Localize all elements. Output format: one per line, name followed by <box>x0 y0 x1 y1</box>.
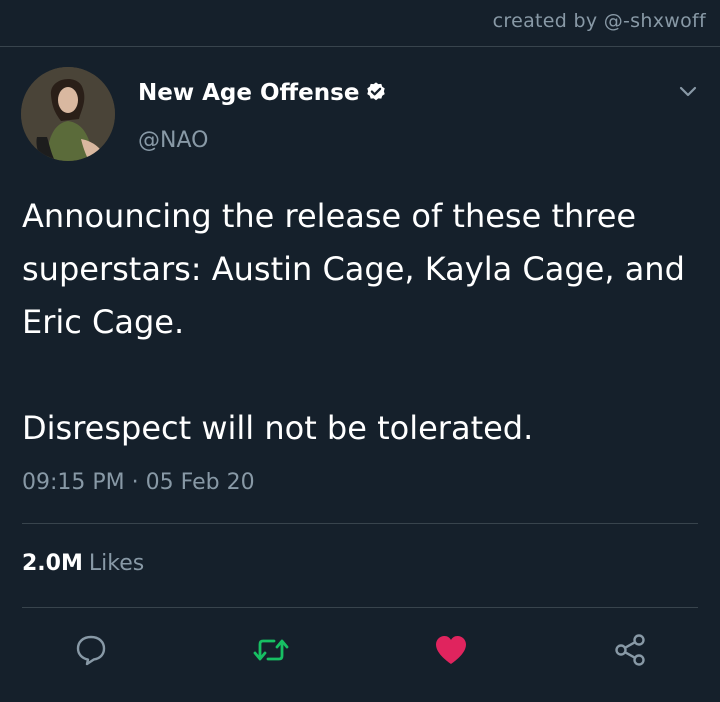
share-icon <box>615 634 645 666</box>
tweet-paragraph: Announcing the release of these three su… <box>22 197 685 341</box>
likes-count: 2.0M <box>22 551 83 576</box>
retweet-button[interactable] <box>251 630 291 670</box>
heart-icon <box>436 636 466 664</box>
timestamp-divider <box>22 523 698 524</box>
tweet-timestamp[interactable]: 09:15 PM · 05 Feb 20 <box>22 470 255 495</box>
author-handle[interactable]: @NAO <box>138 128 208 153</box>
author-name[interactable]: New Age Offense <box>138 80 387 106</box>
stats-divider <box>22 607 698 608</box>
verified-badge-icon <box>367 82 386 101</box>
tweet-text: Announcing the release of these three su… <box>22 190 702 455</box>
top-divider <box>0 46 720 47</box>
like-button[interactable] <box>431 630 471 670</box>
tweet-paragraph: Disrespect will not be tolerated. <box>22 409 534 447</box>
likes-label: Likes <box>88 551 145 576</box>
timestamp-separator: · <box>131 470 139 495</box>
share-button[interactable] <box>610 630 650 670</box>
author-name-text: New Age Offense <box>138 80 360 106</box>
retweet-icon <box>253 639 289 661</box>
avatar-image-icon <box>21 67 115 161</box>
reply-button[interactable] <box>71 630 111 670</box>
chevron-down-icon[interactable] <box>678 84 698 98</box>
tweet-time: 09:15 PM <box>22 470 125 495</box>
likes-stat[interactable]: 2.0M Likes <box>22 551 144 576</box>
avatar[interactable] <box>21 67 115 161</box>
tweet-date: 05 Feb 20 <box>145 470 255 495</box>
comment-icon <box>76 635 106 666</box>
watermark: created by @-shxwoff <box>492 10 706 32</box>
